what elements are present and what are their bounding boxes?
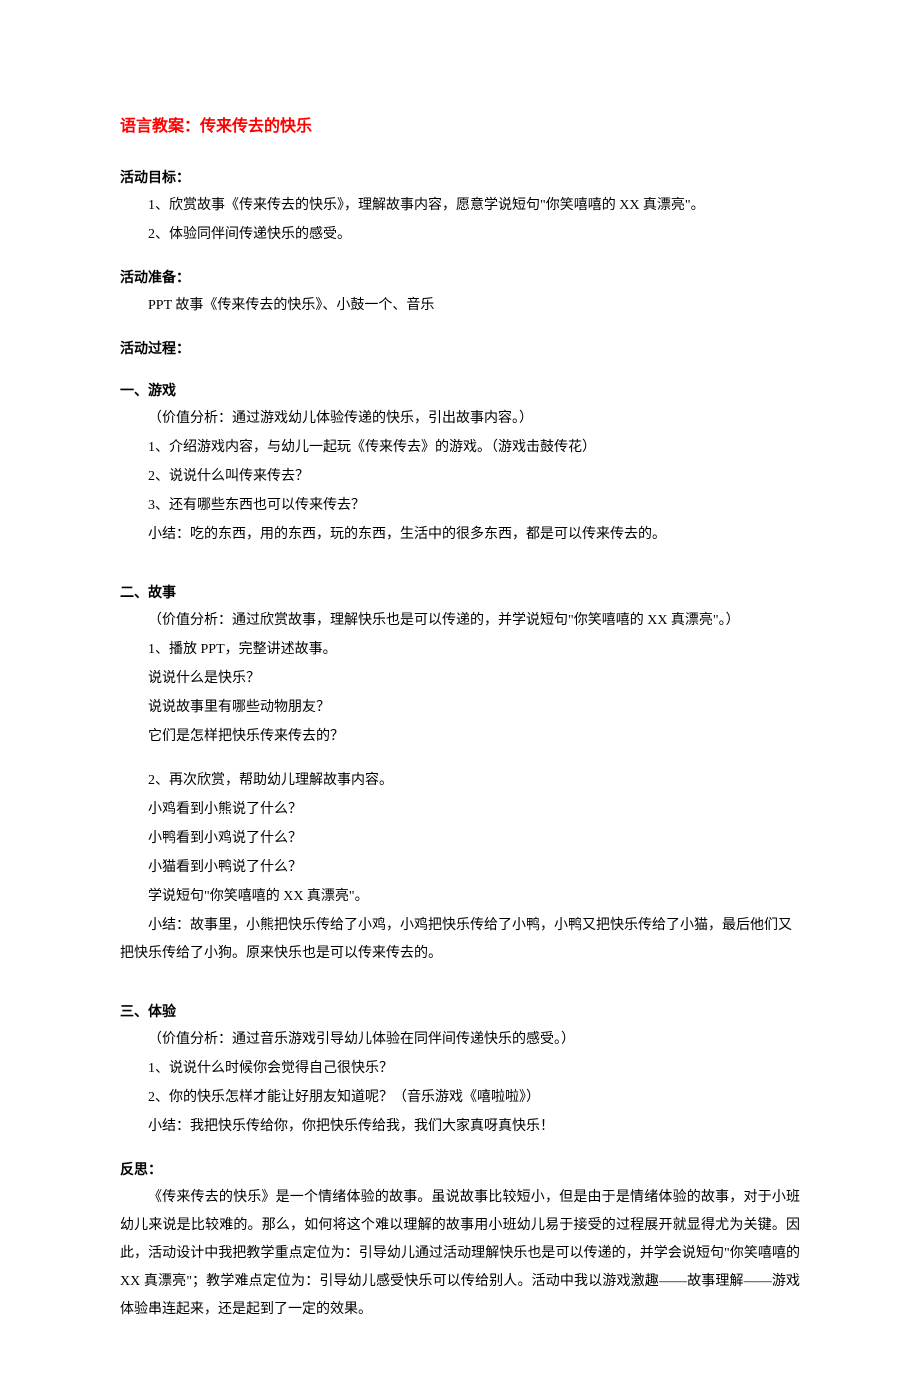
section1-summary: 小结：吃的东西，用的东西，玩的东西，生活中的很多东西，都是可以传来传去的。 bbox=[120, 521, 800, 549]
reflection-heading: 反思： bbox=[120, 1155, 800, 1183]
section1-analysis: （价值分析：通过游戏幼儿体验传递的快乐，引出故事内容。） bbox=[120, 405, 800, 433]
section2-question: 小猫看到小鸭说了什么？ bbox=[120, 854, 800, 882]
section1-heading: 一、游戏 bbox=[120, 376, 800, 404]
section1-item: 2、说说什么叫传来传去？ bbox=[120, 463, 800, 491]
section1-item: 1、介绍游戏内容，与幼儿一起玩《传来传去》的游戏。（游戏击鼓传花） bbox=[120, 434, 800, 462]
section3-summary: 小结：我把快乐传给你，你把快乐传给我，我们大家真呀真快乐！ bbox=[120, 1113, 800, 1141]
section2-summary: 小结：故事里，小熊把快乐传给了小鸡，小鸡把快乐传给了小鸭，小鸭又把快乐传给了小猫… bbox=[120, 912, 800, 968]
section2-part2-item: 2、再次欣赏，帮助幼儿理解故事内容。 bbox=[120, 767, 800, 795]
section2-question: 它们是怎样把快乐传来传去的？ bbox=[120, 723, 800, 751]
section2-question: 学说短句"你笑嘻嘻的 XX 真漂亮"。 bbox=[120, 883, 800, 911]
section3-heading: 三、体验 bbox=[120, 997, 800, 1025]
section2-heading: 二、故事 bbox=[120, 578, 800, 606]
process-heading: 活动过程： bbox=[120, 334, 800, 362]
section2-question: 说说故事里有哪些动物朋友？ bbox=[120, 694, 800, 722]
preparation-content: PPT 故事《传来传去的快乐》、小鼓一个、音乐 bbox=[120, 292, 800, 320]
section2-question: 说说什么是快乐？ bbox=[120, 665, 800, 693]
section1-item: 3、还有哪些东西也可以传来传去？ bbox=[120, 492, 800, 520]
section3-item: 1、说说什么时候你会觉得自己很快乐？ bbox=[120, 1055, 800, 1083]
document-title: 语言教案：传来传去的快乐 bbox=[120, 111, 800, 143]
goal-item: 2、体验同伴间传递快乐的感受。 bbox=[120, 221, 800, 249]
section2-question: 小鸭看到小鸡说了什么？ bbox=[120, 825, 800, 853]
reflection-content: 《传来传去的快乐》是一个情绪体验的故事。虽说故事比较短小，但是由于是情绪体验的故… bbox=[120, 1184, 800, 1324]
goal-item: 1、欣赏故事《传来传去的快乐》，理解故事内容，愿意学说短句"你笑嘻嘻的 XX 真… bbox=[120, 192, 800, 220]
section2-analysis: （价值分析：通过欣赏故事，理解快乐也是可以传递的，并学说短句"你笑嘻嘻的 XX … bbox=[120, 607, 800, 635]
goals-heading: 活动目标： bbox=[120, 163, 800, 191]
preparation-heading: 活动准备： bbox=[120, 263, 800, 291]
section2-part1-item: 1、播放 PPT，完整讲述故事。 bbox=[120, 636, 800, 664]
section2-question: 小鸡看到小熊说了什么？ bbox=[120, 796, 800, 824]
section3-analysis: （价值分析：通过音乐游戏引导幼儿体验在同伴间传递快乐的感受。） bbox=[120, 1026, 800, 1054]
section3-item: 2、你的快乐怎样才能让好朋友知道呢？（音乐游戏《嘻啦啦》） bbox=[120, 1084, 800, 1112]
